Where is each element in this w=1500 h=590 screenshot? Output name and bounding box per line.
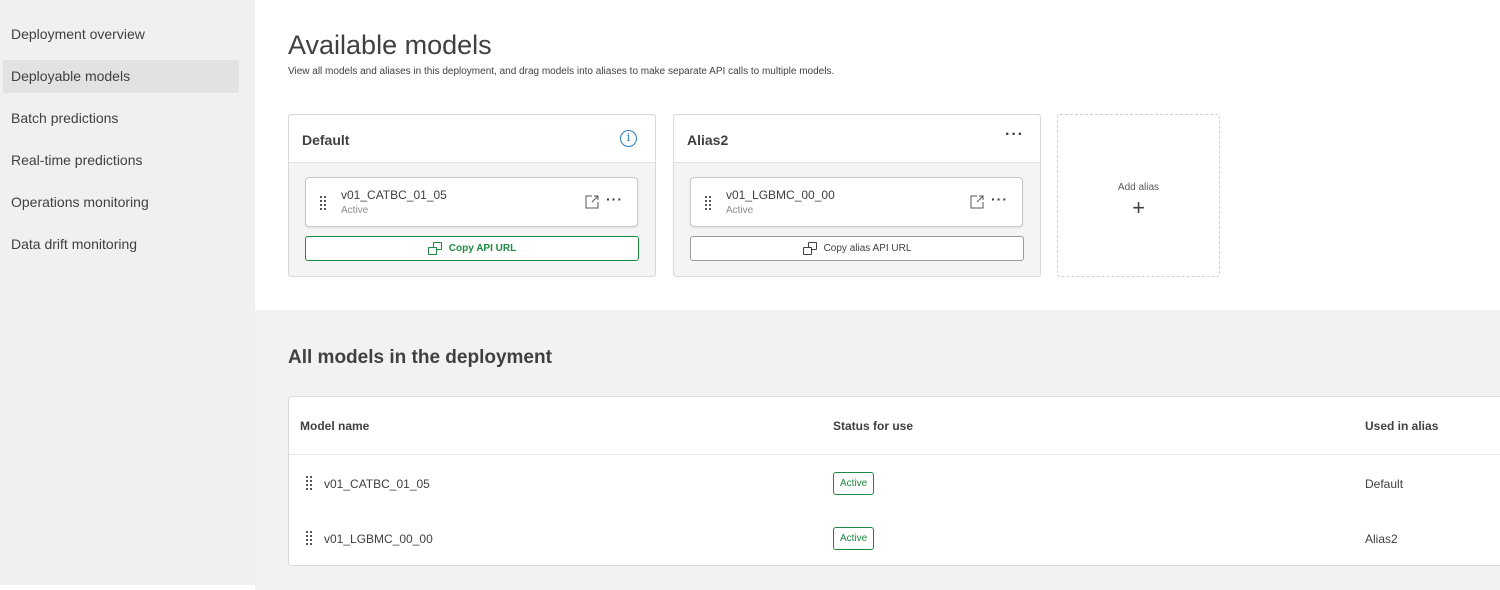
alias-name: Alias2 xyxy=(687,132,729,148)
page-description: View all models and aliases in this depl… xyxy=(288,66,835,77)
alias-card-alias2: Alias2 ··· v01_LGBMC_00_00 Active ··· Co… xyxy=(673,114,1041,277)
sidebar-item-operations-monitoring[interactable]: Operations monitoring xyxy=(3,186,239,219)
column-header-used-in-alias[interactable]: Used in alias xyxy=(1365,419,1438,433)
open-external-icon[interactable] xyxy=(585,195,599,209)
model-name-cell: v01_CATBC_01_05 xyxy=(324,477,430,491)
section-title: All models in the deployment xyxy=(288,347,552,368)
plus-icon: + xyxy=(1132,195,1145,220)
drag-handle-icon[interactable] xyxy=(320,196,326,210)
model-chip-name: v01_CATBC_01_05 xyxy=(341,188,447,202)
model-name-cell: v01_LGBMC_00_00 xyxy=(324,532,433,546)
status-badge: Active xyxy=(833,527,875,550)
column-header-status[interactable]: Status for use xyxy=(833,419,913,433)
copy-icon xyxy=(427,242,443,255)
info-icon[interactable]: i xyxy=(620,130,637,147)
alias-card-default: Default i v01_CATBC_01_05 Active ··· Cop… xyxy=(288,114,656,277)
alias-cell: Default xyxy=(1365,477,1404,491)
column-header-model-name[interactable]: Model name xyxy=(300,419,369,433)
add-alias-button[interactable]: Add alias + xyxy=(1057,114,1220,277)
sidebar-item-batch-predictions[interactable]: Batch predictions xyxy=(3,102,239,135)
add-alias-label: Add alias xyxy=(1117,182,1160,193)
drag-handle-icon[interactable] xyxy=(306,476,312,490)
sidebar-item-deployment-overview[interactable]: Deployment overview xyxy=(3,18,239,51)
model-chip[interactable]: v01_LGBMC_00_00 Active ··· xyxy=(690,177,1023,227)
alias-more-icon[interactable]: ··· xyxy=(1005,127,1024,143)
open-external-icon[interactable] xyxy=(970,195,984,209)
model-chip-status: Active xyxy=(726,205,754,216)
copy-api-url-button[interactable]: Copy API URL xyxy=(305,236,639,261)
model-more-icon[interactable]: ··· xyxy=(991,191,1008,207)
alias-name: Default xyxy=(302,132,350,148)
alias-cell: Alias2 xyxy=(1365,532,1398,546)
table-row[interactable]: v01_CATBC_01_05 Active Default xyxy=(289,456,1500,511)
drag-handle-icon[interactable] xyxy=(306,531,312,545)
model-more-icon[interactable]: ··· xyxy=(606,191,623,207)
sidebar-item-data-drift-monitoring[interactable]: Data drift monitoring xyxy=(3,228,239,261)
copy-alias-api-url-button[interactable]: Copy alias API URL xyxy=(690,236,1024,261)
status-badge: Active xyxy=(833,472,875,495)
page-title: Available models xyxy=(288,30,492,60)
drag-handle-icon[interactable] xyxy=(705,196,711,210)
table-row[interactable]: v01_LGBMC_00_00 Active Alias2 xyxy=(289,511,1500,566)
model-chip-status: Active xyxy=(341,205,369,216)
alias-card-header: Alias2 ··· xyxy=(674,115,1040,163)
alias-card-header: Default i xyxy=(289,115,655,163)
models-table: Model name Status for use Used in alias … xyxy=(288,396,1500,566)
sidebar-item-deployable-models[interactable]: Deployable models xyxy=(3,60,239,93)
model-chip-name: v01_LGBMC_00_00 xyxy=(726,188,835,202)
copy-api-url-label: Copy API URL xyxy=(448,243,517,254)
table-header: Model name Status for use Used in alias xyxy=(289,397,1500,455)
sidebar: Deployment overview Deployable models Ba… xyxy=(0,0,255,585)
copy-icon xyxy=(802,242,818,255)
sidebar-item-real-time-predictions[interactable]: Real-time predictions xyxy=(3,144,239,177)
available-models-section: Available models View all models and ali… xyxy=(255,0,1500,310)
copy-alias-api-url-label: Copy alias API URL xyxy=(823,243,912,254)
all-models-section: All models in the deployment Model name … xyxy=(255,310,1500,590)
model-chip[interactable]: v01_CATBC_01_05 Active ··· xyxy=(305,177,638,227)
